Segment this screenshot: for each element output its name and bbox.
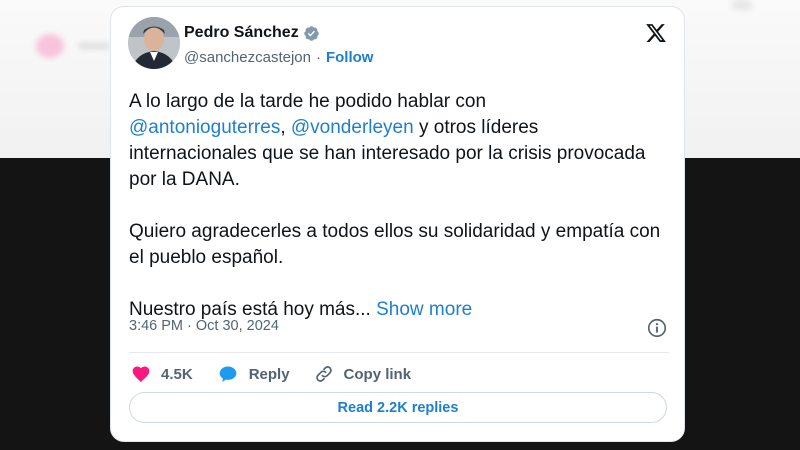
- author-handle[interactable]: @sanchezcastejon: [184, 49, 311, 66]
- blurred-background-shape: [732, 0, 752, 10]
- reply-button[interactable]: Reply: [217, 364, 290, 384]
- tweet-timestamp[interactable]: 3:46 PM · Oct 30, 2024: [129, 318, 279, 334]
- copy-link-button[interactable]: Copy link: [314, 364, 412, 384]
- read-replies-button[interactable]: Read 2.2K replies: [129, 392, 667, 423]
- like-count: 4.5K: [161, 365, 193, 383]
- tweet-text-segment: ,: [280, 117, 286, 138]
- tweet-card: Pedro Sánchez @sanchezcastejon · Follow …: [110, 6, 685, 442]
- author-display-name[interactable]: Pedro Sánchez: [184, 24, 299, 42]
- mention-link[interactable]: @vonderleyen: [291, 117, 414, 138]
- tweet-text-segment: Nuestro país está hoy más...: [129, 299, 377, 320]
- avatar[interactable]: [128, 17, 180, 69]
- like-button[interactable]: 4.5K: [131, 364, 193, 384]
- tweet-actions: 4.5K Reply Copy link: [131, 362, 435, 386]
- link-icon: [315, 366, 332, 382]
- x-logo-icon[interactable]: [644, 22, 668, 44]
- tweet-text: A lo largo de la tarde he podido hablar …: [129, 89, 669, 323]
- tweet-text-segment: A lo largo de la tarde he podido hablar …: [129, 91, 487, 112]
- tweet-paragraph: Quiero agradecerles a todos ellos su sol…: [129, 221, 661, 268]
- heart-icon: [132, 366, 150, 382]
- separator: ·: [315, 49, 321, 66]
- verified-badge-icon: [303, 25, 319, 41]
- tweet-paragraph: A lo largo de la tarde he podido hablar …: [129, 89, 669, 193]
- blurred-background-shape: [78, 42, 110, 50]
- follow-button[interactable]: Follow: [326, 49, 374, 66]
- info-icon[interactable]: [646, 317, 668, 339]
- avatar-image: [128, 17, 180, 69]
- blurred-background-shape: [36, 34, 64, 58]
- show-more-link[interactable]: Show more: [376, 299, 472, 320]
- reply-bubble-icon: [219, 366, 237, 382]
- mention-link[interactable]: @antonioguterres: [129, 117, 280, 138]
- divider: [129, 352, 669, 353]
- copy-link-label: Copy link: [343, 365, 412, 383]
- reply-label: Reply: [248, 365, 290, 383]
